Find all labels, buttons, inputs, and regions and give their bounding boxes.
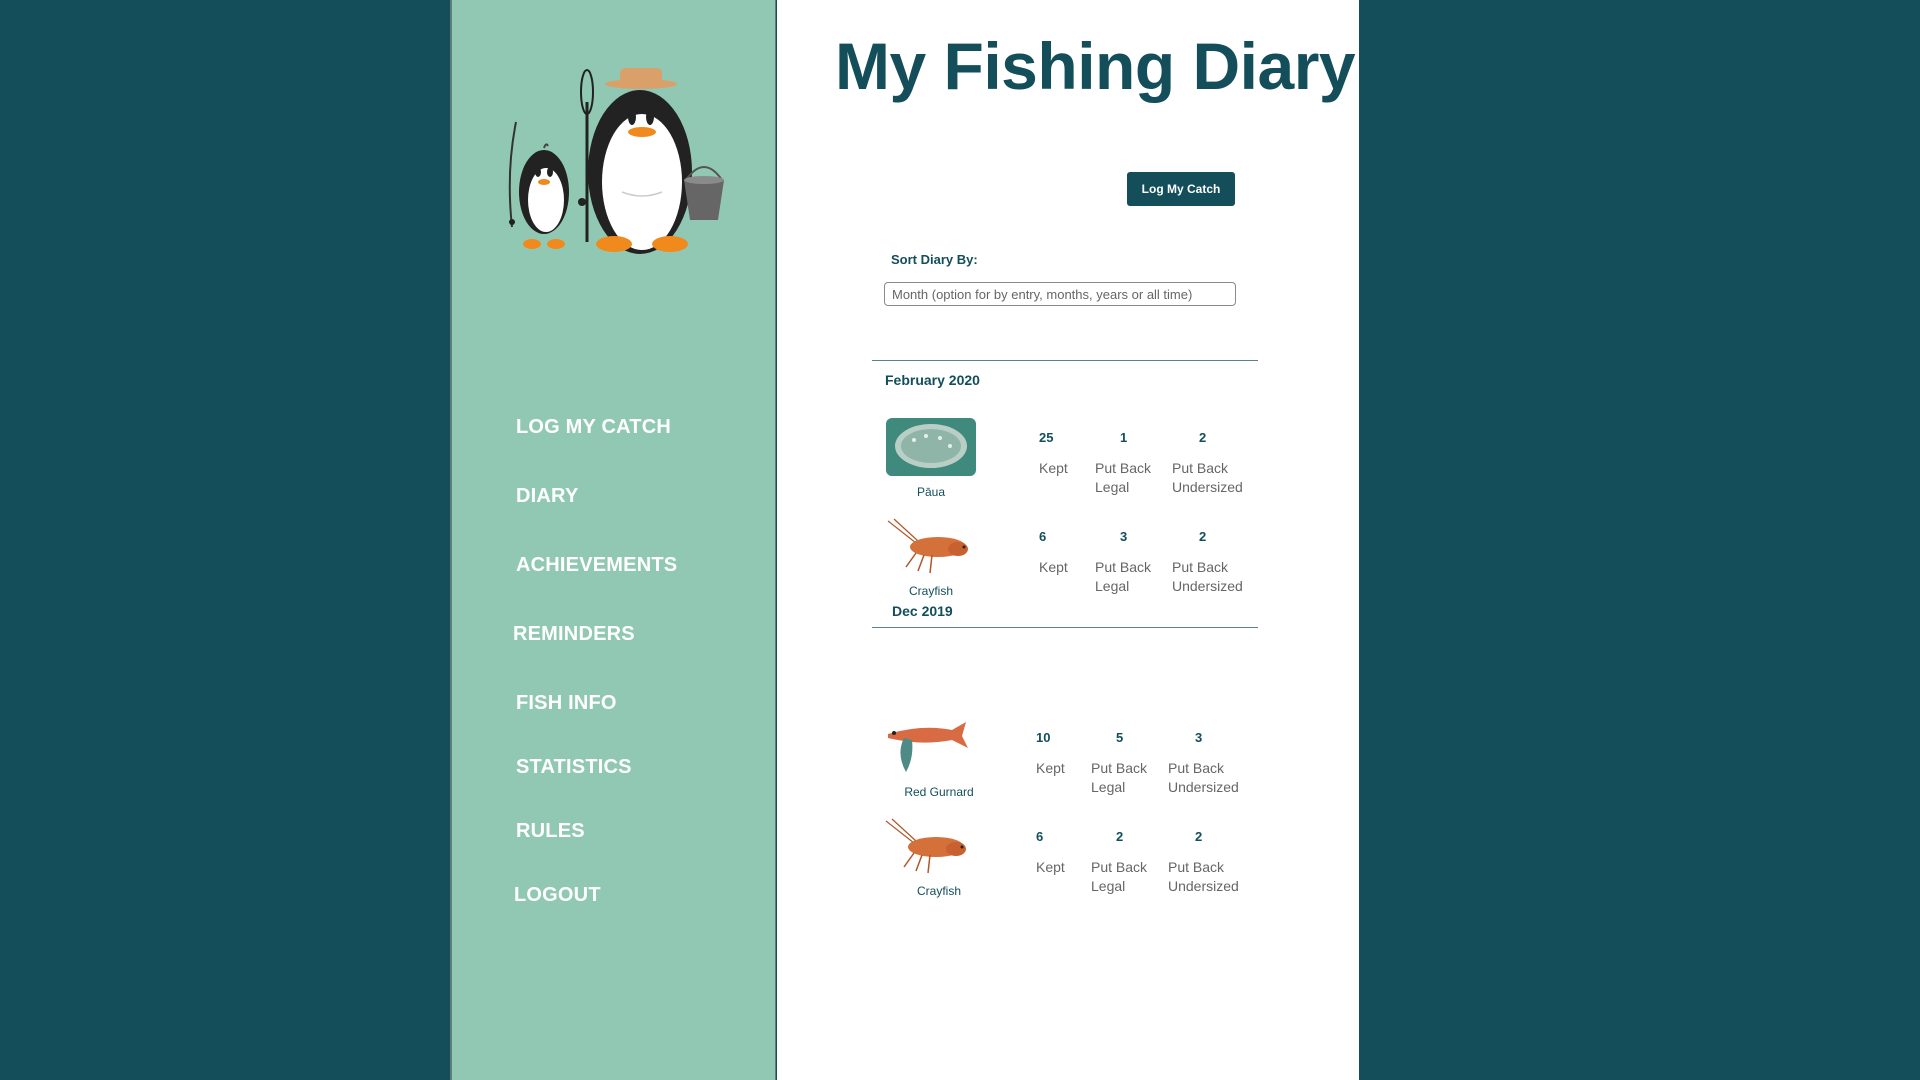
species-name: Crayfish <box>916 884 961 898</box>
divider <box>872 360 1258 361</box>
put-back-legal-label: Put Back Legal <box>1091 760 1148 795</box>
nav-logout[interactable]: LOGOUT <box>514 884 601 907</box>
species-name: Crayfish <box>908 584 953 598</box>
page-title: My Fishing Diary <box>835 29 1356 103</box>
sort-input[interactable] <box>884 282 1236 306</box>
kept-label: Kept <box>1039 559 1068 575</box>
month-heading: Dec 2019 <box>892 603 953 619</box>
species-name: Red Gurnard <box>904 785 974 799</box>
put-back-undersized-label: Put Back Undersized <box>1172 460 1243 495</box>
nav-rules[interactable]: RULES <box>516 820 585 843</box>
kept-count: 6 <box>1036 829 1044 844</box>
put-back-undersized-count: 2 <box>1199 430 1207 445</box>
sidebar: LOG MY CATCH DIARY ACHIEVEMENTS REMINDER… <box>450 0 776 1080</box>
nav-fish-info[interactable]: FISH INFO <box>516 692 617 715</box>
kept-count: 6 <box>1039 529 1047 544</box>
put-back-undersized-label: Put Back Undersized <box>1168 859 1239 894</box>
nav-diary[interactable]: DIARY <box>516 485 578 508</box>
kept-label: Kept <box>1036 859 1065 875</box>
put-back-legal-count: 3 <box>1120 529 1128 544</box>
kept-label: Kept <box>1036 760 1065 776</box>
kept-label: Kept <box>1039 460 1068 476</box>
nav-statistics[interactable]: STATISTICS <box>516 756 632 779</box>
kept-count: 25 <box>1039 430 1054 445</box>
put-back-legal-label: Put Back Legal <box>1095 460 1152 495</box>
put-back-legal-count: 1 <box>1120 430 1128 445</box>
nav-log-my-catch[interactable]: LOG MY CATCH <box>516 416 671 439</box>
put-back-undersized-count: 2 <box>1195 829 1203 844</box>
nav-reminders[interactable]: REMINDERS <box>513 623 635 646</box>
nav-achievements[interactable]: ACHIEVEMENTS <box>516 554 677 577</box>
divider <box>872 627 1258 628</box>
kept-count: 10 <box>1036 730 1051 745</box>
put-back-legal-label: Put Back Legal <box>1095 559 1152 594</box>
put-back-legal-label: Put Back Legal <box>1091 859 1148 894</box>
month-heading: February 2020 <box>885 372 980 388</box>
put-back-undersized-count: 3 <box>1195 730 1203 745</box>
put-back-undersized-label: Put Back Undersized <box>1168 760 1239 795</box>
sort-label: Sort Diary By: <box>891 252 978 267</box>
penguin-logo <box>508 68 724 254</box>
main-content: My Fishing Diary Log My Catch Sort Diary… <box>777 0 1359 1080</box>
put-back-legal-count: 5 <box>1116 730 1124 745</box>
crayfish-image <box>885 818 966 874</box>
crayfish-image <box>887 518 968 574</box>
red-gurnard-image <box>888 722 968 772</box>
log-my-catch-button[interactable]: Log My Catch <box>1127 172 1235 206</box>
put-back-undersized-label: Put Back Undersized <box>1172 559 1243 594</box>
species-name: Pāua <box>916 485 946 499</box>
put-back-legal-count: 2 <box>1116 829 1124 844</box>
paua-image <box>886 418 976 476</box>
put-back-undersized-count: 2 <box>1199 529 1207 544</box>
